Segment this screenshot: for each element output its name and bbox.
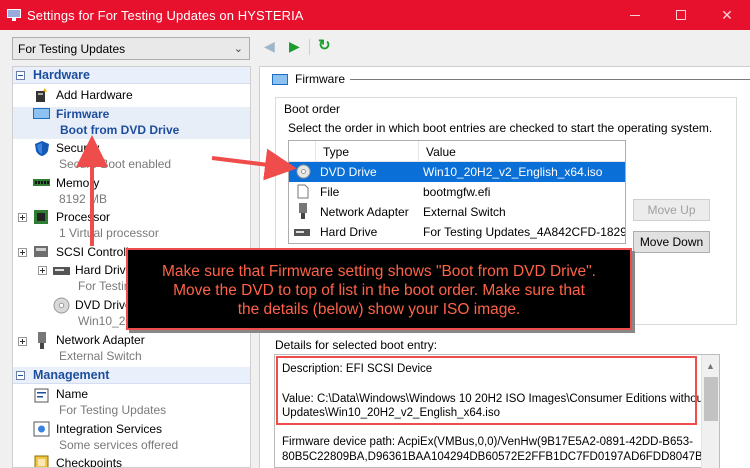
arrow-to-dvd-entry — [211, 148, 297, 181]
annotation-arrows — [76, 135, 297, 246]
